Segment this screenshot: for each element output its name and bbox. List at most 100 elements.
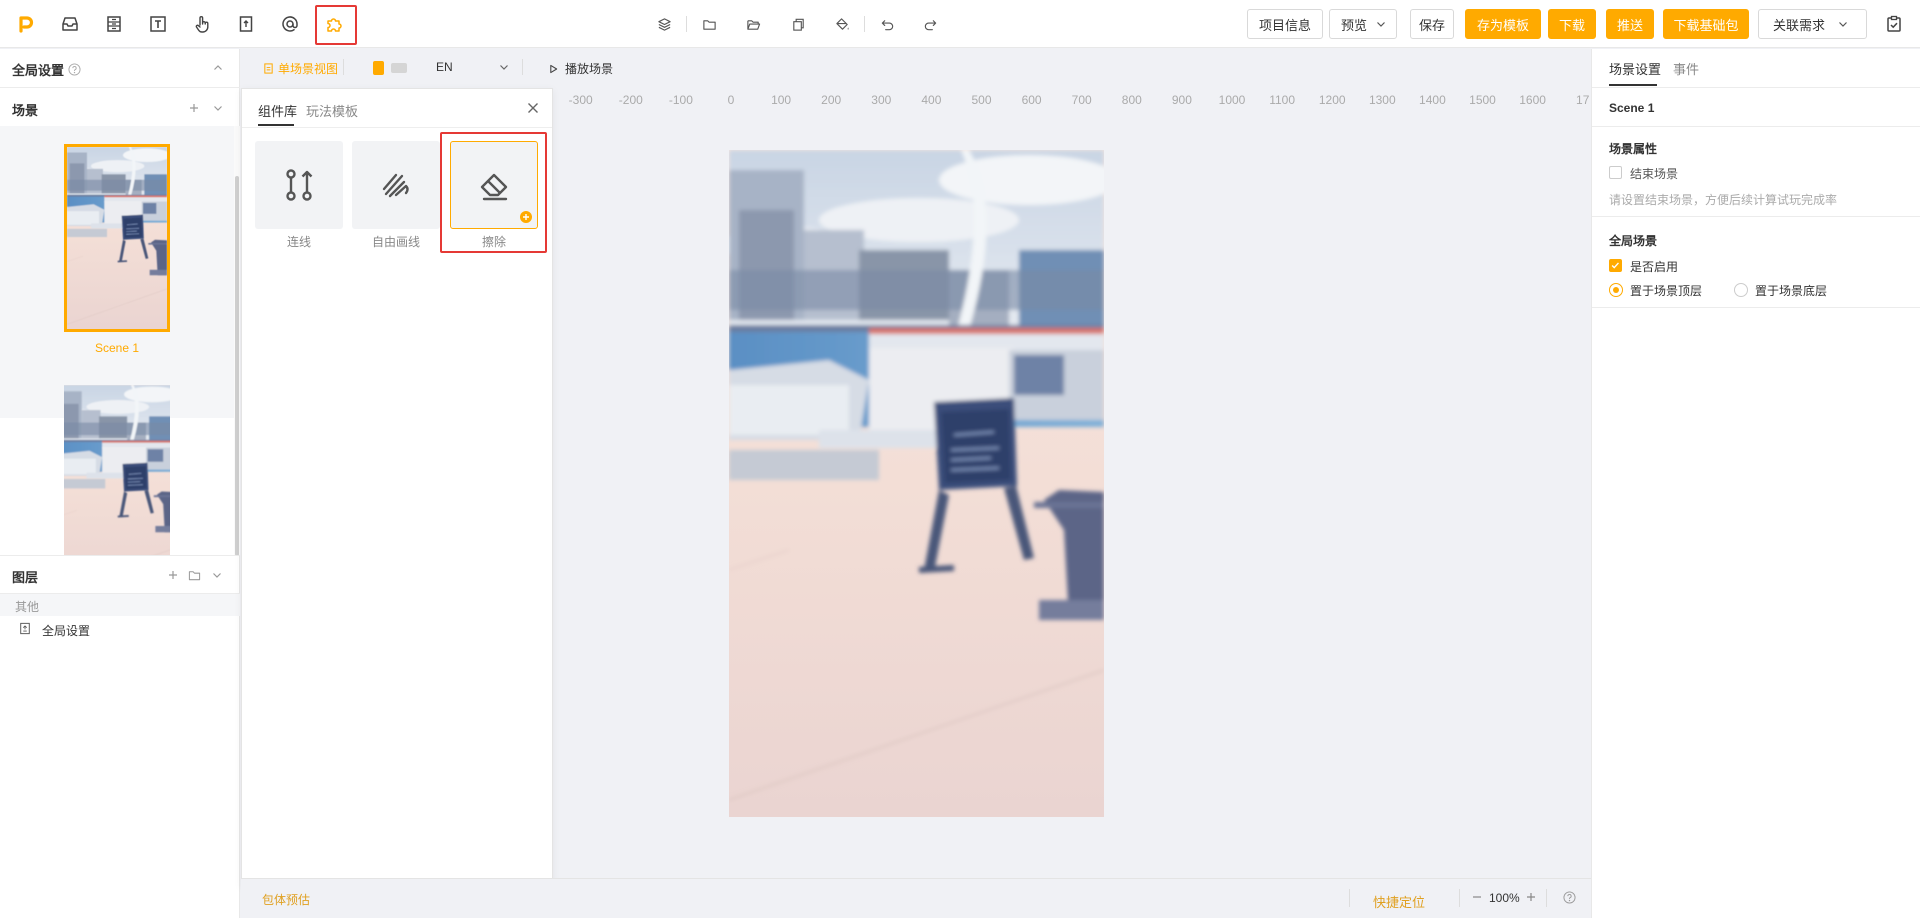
chevron-down-icon xyxy=(499,65,508,70)
link-requirement-label: 关联需求 xyxy=(1773,17,1826,33)
scene-2-thumbnail[interactable] xyxy=(64,385,170,555)
preview-label: 预览 xyxy=(1341,17,1368,33)
language-select[interactable]: EN xyxy=(436,60,509,74)
folder-icon[interactable] xyxy=(187,568,201,582)
page-icon xyxy=(264,63,273,74)
ruler-ticks: -300 -200 -100 0 100 200 300 400 500 600 700 800 900… xyxy=(569,93,1590,107)
logo-icon[interactable] xyxy=(12,10,40,38)
left-panel: 全局设置 场景 Scene 1 图层 其他 全局设置 xyxy=(0,49,240,918)
download-base-package-button[interactable]: 下载基础包 xyxy=(1663,9,1749,39)
component-connect-line[interactable] xyxy=(255,141,343,229)
ruler-tick-label: -300 xyxy=(569,93,593,107)
upload-file-icon[interactable] xyxy=(232,10,260,38)
divider xyxy=(242,127,552,128)
layer-group-header[interactable]: 其他 xyxy=(0,594,240,616)
layers-icon[interactable] xyxy=(654,14,674,34)
tab-events[interactable]: 事件 xyxy=(1673,59,1699,78)
highlight-box xyxy=(315,5,357,45)
divider xyxy=(1349,889,1350,907)
check-icon xyxy=(1611,262,1619,269)
help-icon[interactable] xyxy=(1563,891,1577,905)
at-sign-icon[interactable] xyxy=(276,10,304,38)
divider xyxy=(686,16,687,32)
link-requirement-dropdown[interactable]: 关联需求 xyxy=(1758,9,1867,39)
chevron-down-icon xyxy=(1377,22,1385,27)
end-scene-hint: 请设置结束场景，方便后续计算试玩完成率 xyxy=(1609,193,1838,207)
ruler-tick-label: 200 xyxy=(821,93,841,107)
layer-item-global-settings[interactable]: 全局设置 xyxy=(0,616,240,642)
text-icon[interactable] xyxy=(144,10,172,38)
form-icon[interactable] xyxy=(100,10,128,38)
ruler-tick-label: 900 xyxy=(1172,93,1192,107)
scene-1-thumbnail[interactable] xyxy=(64,144,170,332)
scrollbar-thumb[interactable] xyxy=(235,176,239,556)
scene-1-label: Scene 1 xyxy=(94,341,140,355)
divider xyxy=(1459,889,1460,907)
component-freehand-draw[interactable] xyxy=(352,141,440,229)
tab-scene-settings[interactable]: 场景设置 xyxy=(1609,59,1661,78)
divider xyxy=(1592,307,1920,308)
add-layer-icon[interactable] xyxy=(166,568,180,582)
canvas-toolbar: 单场景视图 EN 播放场景 xyxy=(241,49,1591,85)
landscape-orientation-toggle[interactable] xyxy=(391,63,407,73)
portrait-orientation-toggle[interactable] xyxy=(373,61,384,75)
bottom-layer-radio[interactable] xyxy=(1734,283,1748,297)
undo-icon[interactable] xyxy=(877,14,897,34)
folder-open-icon[interactable] xyxy=(743,14,763,34)
divider xyxy=(1592,87,1920,88)
zoom-in-icon[interactable] xyxy=(1524,890,1538,904)
checklist-icon[interactable] xyxy=(1882,12,1906,36)
chevron-down-icon[interactable] xyxy=(211,101,225,115)
chevron-down-icon[interactable] xyxy=(210,568,224,582)
global-settings-header[interactable]: 全局设置 xyxy=(12,60,81,79)
redo-icon[interactable] xyxy=(920,14,940,34)
chevron-up-icon[interactable] xyxy=(211,61,225,75)
tab-component-library[interactable]: 组件库 xyxy=(258,101,297,120)
layer-item-label: 全局设置 xyxy=(42,624,91,638)
divider xyxy=(0,555,240,556)
play-scene-button[interactable]: 播放场景 xyxy=(549,60,613,77)
quick-locate-button[interactable]: 快捷定位 xyxy=(1373,892,1425,911)
top-layer-radio[interactable] xyxy=(1609,283,1623,297)
divider xyxy=(864,16,865,32)
folder-icon[interactable] xyxy=(699,14,719,34)
preview-dropdown[interactable]: 预览 xyxy=(1329,9,1397,39)
size-estimate-link[interactable]: 包体预估 xyxy=(262,891,310,908)
ruler-tick-label: 700 xyxy=(1072,93,1092,107)
play-scene-label: 播放场景 xyxy=(565,62,614,76)
divider xyxy=(343,59,344,75)
global-settings-title: 全局设置 xyxy=(12,63,65,78)
ruler-tick-label: 0 xyxy=(728,93,735,107)
ruler-tick-label: 100 xyxy=(771,93,791,107)
layers-title: 图层 xyxy=(12,570,39,585)
paint-bucket-icon[interactable] xyxy=(832,14,852,34)
touch-icon[interactable] xyxy=(188,10,216,38)
push-button[interactable]: 推送 xyxy=(1606,9,1654,39)
end-scene-checkbox[interactable] xyxy=(1609,166,1622,179)
download-button[interactable]: 下载 xyxy=(1548,9,1596,39)
ruler-tick-label: 17 xyxy=(1576,93,1590,107)
ruler-tick-label: 500 xyxy=(971,93,991,107)
save-button[interactable]: 保存 xyxy=(1410,9,1454,39)
zoom-out-icon[interactable] xyxy=(1470,890,1484,904)
scenes-scrollbar[interactable] xyxy=(234,126,240,556)
project-info-button[interactable]: 项目信息 xyxy=(1247,9,1323,39)
scene-canvas[interactable] xyxy=(729,150,1104,817)
close-icon[interactable] xyxy=(526,101,540,115)
enable-checkbox[interactable] xyxy=(1609,259,1622,272)
inbox-icon[interactable] xyxy=(56,10,84,38)
add-scene-icon[interactable] xyxy=(187,101,201,115)
ruler-tick-label: 1200 xyxy=(1319,93,1346,107)
save-template-button[interactable]: 存为模板 xyxy=(1465,9,1541,39)
right-panel: 场景设置 事件 Scene 1 场景属性 结束场景 请设置结束场景，方便后续计算… xyxy=(1591,49,1920,918)
tab-gameplay-templates[interactable]: 玩法模板 xyxy=(306,101,358,120)
ruler-tick-label: -100 xyxy=(669,93,693,107)
help-icon[interactable] xyxy=(68,63,81,76)
divider xyxy=(1592,216,1920,217)
component-label: 自由画线 xyxy=(371,235,420,249)
single-scene-view-toggle[interactable]: 单场景视图 xyxy=(263,60,338,77)
copy-icon[interactable] xyxy=(788,14,808,34)
ruler-tick-label: -200 xyxy=(619,93,643,107)
end-scene-label: 结束场景 xyxy=(1630,167,1679,181)
scenes-title: 场景 xyxy=(12,103,39,118)
